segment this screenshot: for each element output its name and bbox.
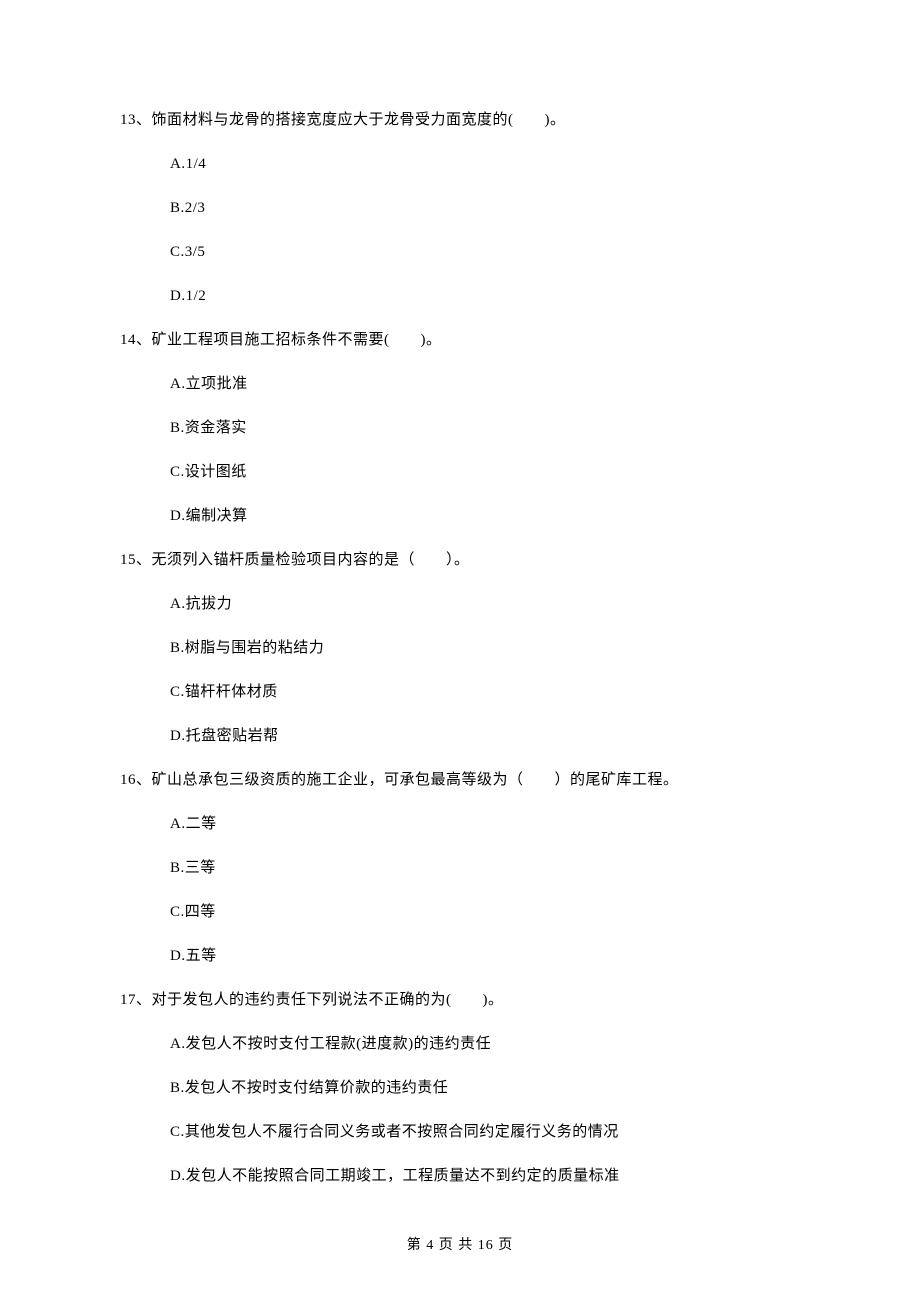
option-d: D.编制决算 (170, 504, 800, 528)
option-a: A.抗拔力 (170, 592, 800, 616)
option-a: A.立项批准 (170, 372, 800, 396)
question-17: 17、对于发包人的违约责任下列说法不正确的为( )。 A.发包人不按时支付工程款… (120, 988, 800, 1188)
question-number: 13、 (120, 112, 152, 128)
question-stem: 14、矿业工程项目施工招标条件不需要( )。 (120, 328, 800, 352)
option-c: C.锚杆杆体材质 (170, 680, 800, 704)
question-13: 13、饰面材料与龙骨的搭接宽度应大于龙骨受力面宽度的( )。 A.1/4 B.2… (120, 108, 800, 308)
options-list: A.1/4 B.2/3 C.3/5 D.1/2 (120, 152, 800, 308)
option-c: C.其他发包人不履行合同义务或者不按照合同约定履行义务的情况 (170, 1120, 800, 1144)
question-number: 15、 (120, 552, 152, 568)
option-d: D.发包人不能按照合同工期竣工，工程质量达不到约定的质量标准 (170, 1164, 800, 1188)
question-number: 17、 (120, 992, 152, 1008)
question-text: 饰面材料与龙骨的搭接宽度应大于龙骨受力面宽度的( )。 (152, 112, 566, 128)
option-a: A.二等 (170, 812, 800, 836)
options-list: A.立项批准 B.资金落实 C.设计图纸 D.编制决算 (120, 372, 800, 528)
question-stem: 13、饰面材料与龙骨的搭接宽度应大于龙骨受力面宽度的( )。 (120, 108, 800, 132)
question-14: 14、矿业工程项目施工招标条件不需要( )。 A.立项批准 B.资金落实 C.设… (120, 328, 800, 528)
option-b: B.2/3 (170, 196, 800, 220)
option-d: D.1/2 (170, 284, 800, 308)
option-b: B.资金落实 (170, 416, 800, 440)
question-text: 矿业工程项目施工招标条件不需要( )。 (152, 332, 442, 348)
options-list: A.发包人不按时支付工程款(进度款)的违约责任 B.发包人不按时支付结算价款的违… (120, 1032, 800, 1188)
option-c: C.四等 (170, 900, 800, 924)
question-text: 对于发包人的违约责任下列说法不正确的为( )。 (152, 992, 504, 1008)
option-b: B.树脂与围岩的粘结力 (170, 636, 800, 660)
option-b: B.三等 (170, 856, 800, 880)
question-text: 无须列入锚杆质量检验项目内容的是（ ）。 (152, 552, 470, 568)
options-list: A.二等 B.三等 C.四等 D.五等 (120, 812, 800, 968)
option-a: A.1/4 (170, 152, 800, 176)
option-d: D.托盘密贴岩帮 (170, 724, 800, 748)
option-c: C.设计图纸 (170, 460, 800, 484)
question-stem: 17、对于发包人的违约责任下列说法不正确的为( )。 (120, 988, 800, 1012)
question-text: 矿山总承包三级资质的施工企业，可承包最高等级为（ ）的尾矿库工程。 (152, 772, 679, 788)
page-footer: 第 4 页 共 16 页 (0, 1234, 920, 1254)
question-stem: 15、无须列入锚杆质量检验项目内容的是（ ）。 (120, 548, 800, 572)
question-number: 14、 (120, 332, 152, 348)
question-stem: 16、矿山总承包三级资质的施工企业，可承包最高等级为（ ）的尾矿库工程。 (120, 768, 800, 792)
option-b: B.发包人不按时支付结算价款的违约责任 (170, 1076, 800, 1100)
page-content: 13、饰面材料与龙骨的搭接宽度应大于龙骨受力面宽度的( )。 A.1/4 B.2… (0, 0, 920, 1188)
option-a: A.发包人不按时支付工程款(进度款)的违约责任 (170, 1032, 800, 1056)
question-number: 16、 (120, 772, 152, 788)
option-c: C.3/5 (170, 240, 800, 264)
options-list: A.抗拔力 B.树脂与围岩的粘结力 C.锚杆杆体材质 D.托盘密贴岩帮 (120, 592, 800, 748)
question-15: 15、无须列入锚杆质量检验项目内容的是（ ）。 A.抗拔力 B.树脂与围岩的粘结… (120, 548, 800, 748)
option-d: D.五等 (170, 944, 800, 968)
question-16: 16、矿山总承包三级资质的施工企业，可承包最高等级为（ ）的尾矿库工程。 A.二… (120, 768, 800, 968)
